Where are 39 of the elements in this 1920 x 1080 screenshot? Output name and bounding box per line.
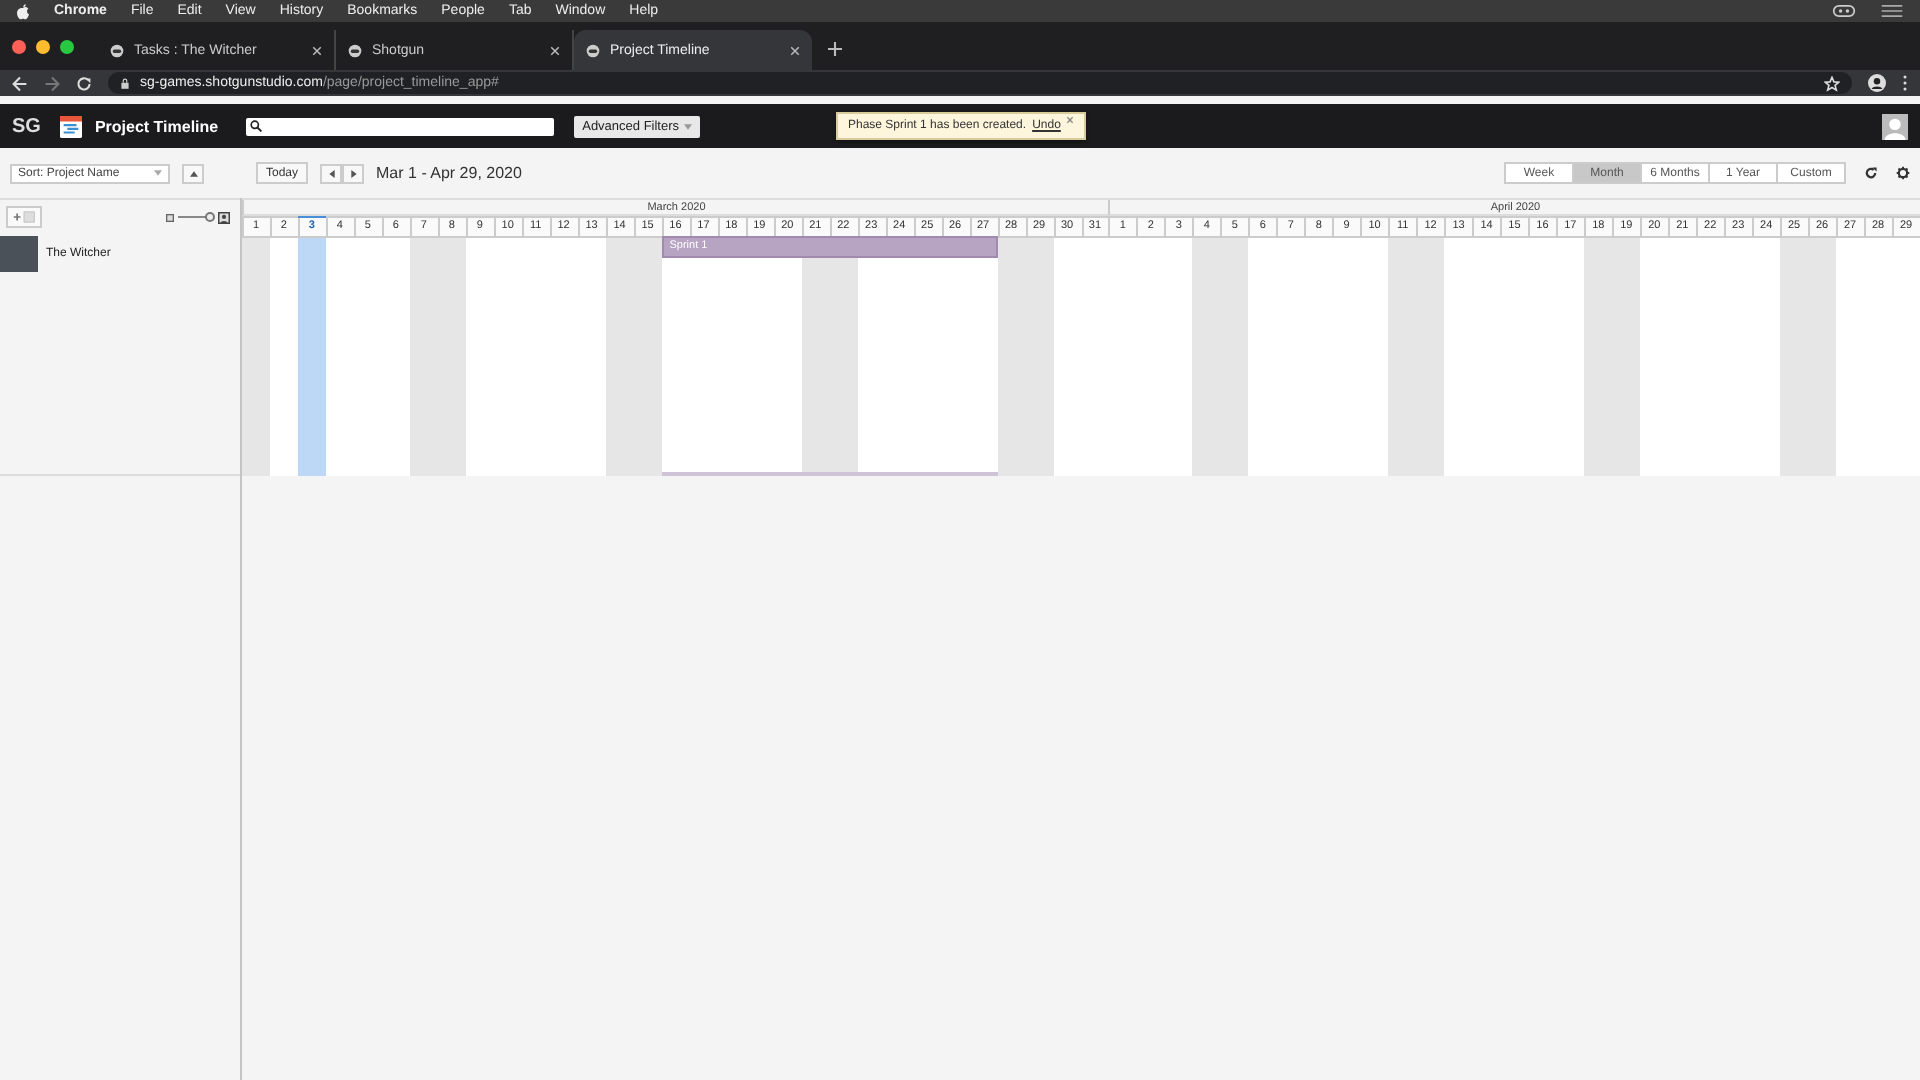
logo[interactable]: SG	[12, 115, 41, 137]
menu-icon[interactable]	[1880, 4, 1904, 18]
right-arrow-icon	[349, 169, 358, 177]
settings-icon[interactable]	[1896, 166, 1910, 180]
account-icon[interactable]	[1868, 74, 1886, 92]
timeline-app-icon	[60, 115, 83, 137]
caret-icon	[154, 170, 162, 176]
close-icon[interactable]	[550, 45, 560, 55]
refresh-icon[interactable]	[1864, 166, 1878, 180]
small-thumbnail-icon	[166, 213, 174, 221]
maximize-window-icon[interactable]	[60, 39, 74, 53]
caret-icon	[683, 123, 692, 129]
reload-icon[interactable]	[76, 75, 92, 91]
large-thumbnail-icon	[218, 211, 230, 223]
previous-button[interactable]	[320, 163, 343, 183]
apple-icon[interactable]	[16, 3, 30, 19]
close-icon[interactable]	[312, 45, 322, 55]
slider-thumb[interactable]	[205, 212, 216, 222]
more-icon[interactable]	[1902, 74, 1908, 92]
new-tab-icon[interactable]	[828, 42, 842, 56]
photo-placeholder	[0, 236, 38, 272]
forward-arrow-icon[interactable]	[44, 75, 60, 91]
left-arrow-icon	[327, 169, 336, 177]
date-range: Mar 1 - Apr 29, 2020	[376, 164, 522, 182]
back-arrow-icon[interactable]	[12, 75, 28, 91]
search-field[interactable]	[246, 117, 555, 135]
page-title: Project Timeline	[94, 117, 219, 135]
close-icon[interactable]	[790, 45, 800, 55]
avatar[interactable]	[1882, 113, 1908, 139]
sort-direction-button[interactable]	[182, 163, 204, 183]
row-size-slider[interactable]	[178, 212, 214, 222]
minimize-window-icon[interactable]	[36, 39, 50, 53]
star-icon[interactable]	[1824, 75, 1840, 91]
add-project-button[interactable]	[6, 206, 42, 228]
next-button[interactable]	[342, 163, 365, 183]
close-window-icon[interactable]	[12, 39, 26, 53]
search-icon	[250, 120, 263, 132]
lock-icon	[120, 77, 130, 89]
up-arrow-icon	[189, 169, 197, 177]
